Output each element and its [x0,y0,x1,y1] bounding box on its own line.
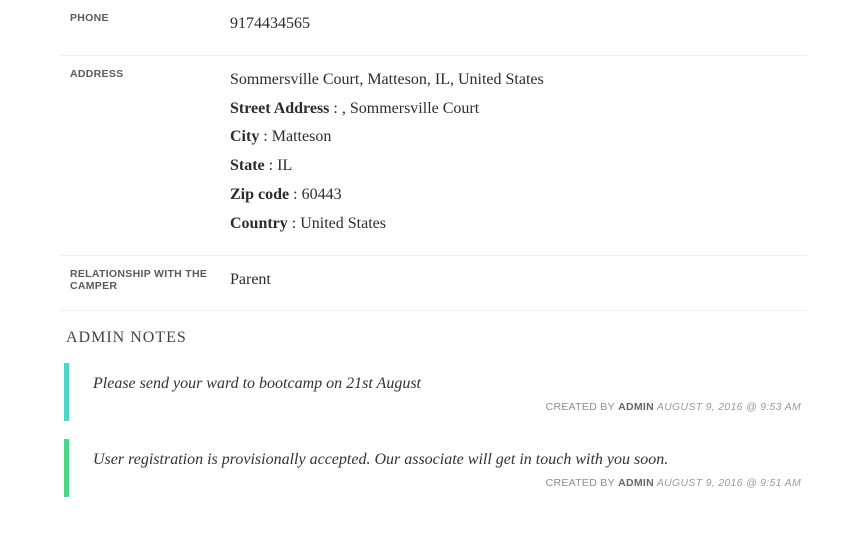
field-row-relationship: RELATIONSHIP WITH THE CAMPER Parent [60,256,807,312]
address-line-zip: Zip code : 60443 [230,183,807,208]
field-label-address: ADDRESS [70,68,220,80]
address-sep: : [259,128,271,145]
admin-note-text: User registration is provisionally accep… [93,447,807,477]
field-label-col: PHONE [60,12,230,37]
field-value-phone: 9174434565 [230,12,807,37]
address-sep: : [288,215,300,232]
address-key: State [230,157,265,174]
address-sep: : , [329,100,349,117]
admin-note-meta: CREATED BY ADMIN AUGUST 9, 2016 @ 9:51 A… [93,477,807,489]
address-val: United States [300,215,386,232]
created-by-label: CREATED BY [546,477,615,489]
admin-notes-title: ADMIN NOTES [66,329,807,347]
field-row-phone: PHONE 9174434565 [60,0,807,56]
address-line-state: State : IL [230,154,807,179]
address-val: Sommersville Court [350,100,479,117]
address-val: IL [277,157,292,174]
address-key: City [230,128,259,145]
address-line-city: City : Matteson [230,125,807,150]
field-label-relationship: RELATIONSHIP WITH THE CAMPER [70,268,220,292]
address-key: Country [230,215,288,232]
field-label-col: ADDRESS [60,68,230,237]
address-line-country: Country : United States [230,212,807,237]
admin-note-meta: CREATED BY ADMIN AUGUST 9, 2016 @ 9:53 A… [93,401,807,413]
address-full: Sommersville Court, Matteson, IL, United… [230,71,544,88]
address-sep: : [265,157,277,174]
created-at: AUGUST 9, 2016 @ 9:53 AM [657,401,801,413]
field-label-col: RELATIONSHIP WITH THE CAMPER [60,268,230,293]
address-val: 60443 [302,186,342,203]
address-sep: : [289,186,301,203]
field-row-address: ADDRESS Sommersville Court, Matteson, IL… [60,56,807,256]
created-by-user: ADMIN [618,477,654,489]
created-by-label: CREATED BY [546,401,615,413]
address-val: Matteson [272,128,332,145]
admin-note-text: Please send your ward to bootcamp on 21s… [93,371,807,401]
field-label-phone: PHONE [70,12,220,24]
field-value-address: Sommersville Court, Matteson, IL, United… [230,68,807,237]
admin-note: Please send your ward to bootcamp on 21s… [64,363,807,421]
address-line-street: Street Address : , Sommersville Court [230,97,807,122]
admin-note: User registration is provisionally accep… [64,439,807,497]
created-by-user: ADMIN [618,401,654,413]
field-value-relationship: Parent [230,268,807,293]
created-at: AUGUST 9, 2016 @ 9:51 AM [657,477,801,489]
admin-notes-list: Please send your ward to bootcamp on 21s… [60,363,807,497]
profile-detail-section: PHONE 9174434565 ADDRESS Sommersville Co… [0,0,847,535]
address-key: Street Address [230,100,329,117]
address-key: Zip code [230,186,289,203]
